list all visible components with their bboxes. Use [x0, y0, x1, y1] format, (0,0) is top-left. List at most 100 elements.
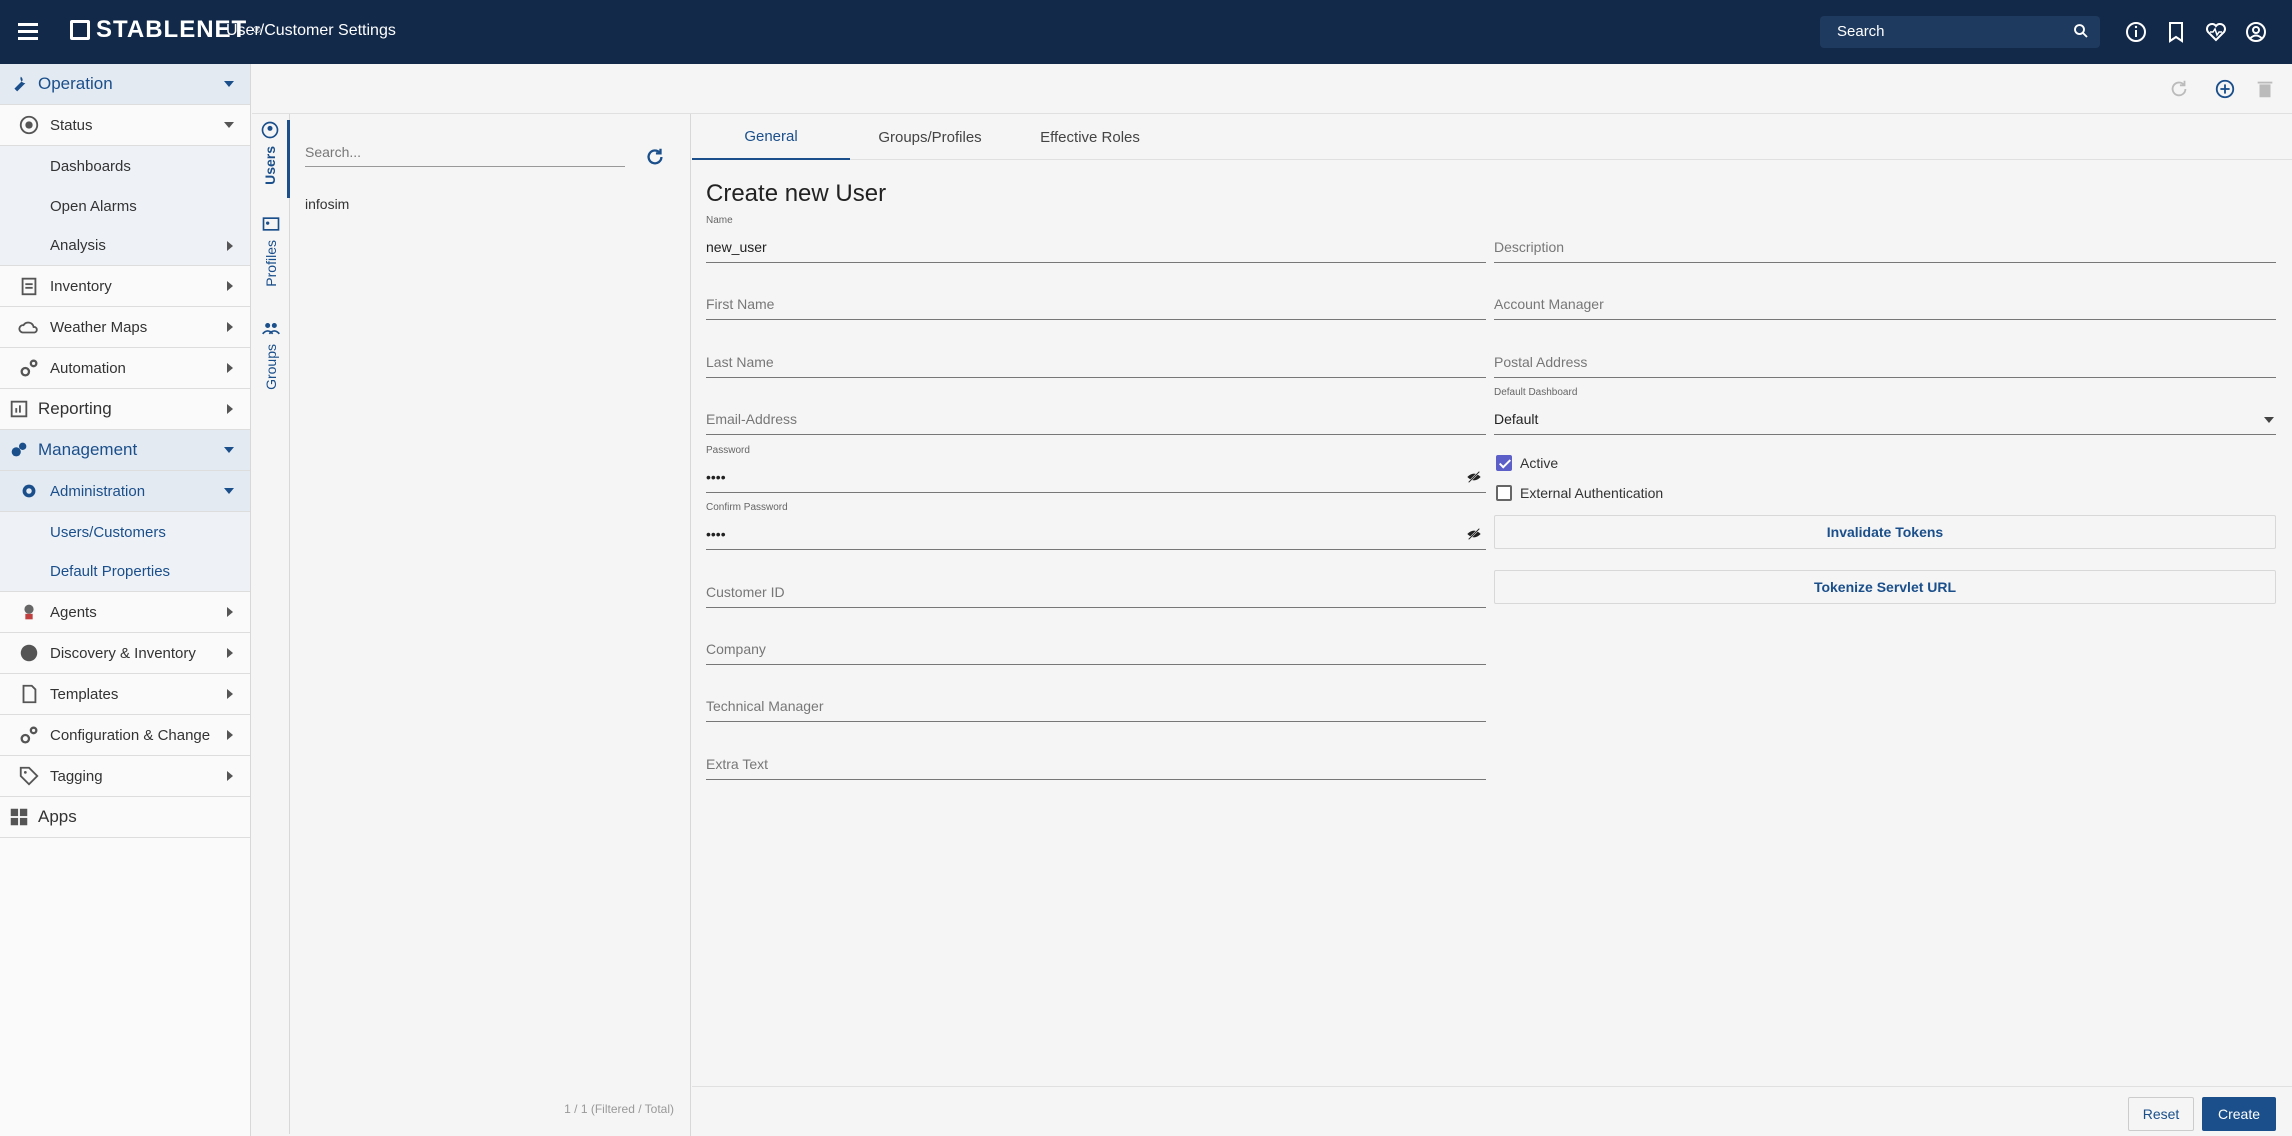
sidebar-item-templates[interactable]: Templates — [0, 674, 250, 715]
clipboard-icon — [21, 277, 37, 296]
health-heart-icon[interactable] — [2204, 20, 2228, 44]
list-count: 1 / 1 (Filtered / Total) — [564, 1102, 674, 1116]
first-name-field[interactable]: First Name — [706, 290, 1486, 320]
sidebar-item-operation[interactable]: Operation — [0, 64, 250, 105]
sidebar-item-inventory[interactable]: Inventory — [0, 266, 250, 307]
tokenize-servlet-url-button[interactable]: Tokenize Servlet URL — [1494, 570, 2276, 604]
chevron-right-icon — [227, 689, 233, 699]
last-name-field[interactable]: Last Name — [706, 348, 1486, 378]
top-bar: STABLENET ® User/Customer Settings Search — [0, 0, 2292, 64]
profile-card-icon — [262, 217, 280, 231]
add-circle-icon[interactable] — [2214, 78, 2236, 100]
global-search-input[interactable]: Search — [1820, 16, 2100, 48]
sidebar-nav: Operation Status Dashboards Open Alarms … — [0, 64, 251, 1136]
sidebar-item-apps[interactable]: Apps — [0, 797, 250, 838]
active-checkbox[interactable]: Active — [1496, 455, 1558, 471]
sidebar-item-weather-maps[interactable]: Weather Maps — [0, 307, 250, 348]
gears-icon — [20, 726, 38, 744]
logo-text: STABLENET — [96, 16, 248, 43]
bookmark-icon[interactable] — [2164, 20, 2188, 44]
tab-effective-roles[interactable]: Effective Roles — [1010, 114, 1170, 160]
user-form-panel: General Groups/Profiles Effective Roles … — [692, 114, 2292, 1136]
tab-groups-profiles[interactable]: Groups/Profiles — [850, 114, 1010, 160]
account-icon[interactable] — [2244, 20, 2268, 44]
chevron-down-icon — [224, 488, 234, 494]
sidebar-item-tagging[interactable]: Tagging — [0, 756, 250, 797]
chart-icon — [10, 400, 28, 418]
user-list-panel: Search... infosim 1 / 1 (Filtered / Tota… — [291, 114, 691, 1136]
user-circle-icon — [261, 121, 278, 139]
group-people-icon — [262, 323, 280, 335]
email-field[interactable]: Email-Address — [706, 405, 1486, 435]
account-manager-field[interactable]: Account Manager — [1494, 290, 2276, 320]
logo-mark-icon — [70, 20, 90, 40]
apps-grid-icon — [10, 808, 28, 826]
tab-general[interactable]: General — [692, 114, 850, 160]
chevron-right-icon — [227, 771, 233, 781]
refresh-icon[interactable] — [644, 146, 666, 168]
weather-cloud-icon — [18, 321, 38, 334]
reset-button[interactable]: Reset — [2128, 1097, 2194, 1131]
confirm-password-field[interactable]: Confirm Password •••• — [706, 502, 1486, 550]
tab-profiles[interactable]: Profiles — [252, 214, 290, 294]
external-auth-checkbox[interactable]: External Authentication — [1496, 485, 1663, 501]
description-field[interactable]: Description — [1494, 233, 2276, 263]
sidebar-item-users-customers[interactable]: Users/Customers — [0, 512, 250, 552]
name-field[interactable]: Name new_user — [706, 215, 1486, 263]
sidebar-item-open-alarms[interactable]: Open Alarms — [0, 186, 250, 226]
chevron-right-icon — [227, 322, 233, 332]
sidebar-item-status[interactable]: Status — [0, 105, 250, 146]
sidebar-item-dashboards[interactable]: Dashboards — [0, 146, 250, 186]
gear-icon — [22, 484, 36, 498]
trash-icon[interactable] — [2254, 78, 2276, 100]
chevron-down-icon — [224, 81, 234, 87]
vertical-tabs: Users Profiles Groups — [252, 114, 290, 1134]
sidebar-item-default-properties[interactable]: Default Properties — [0, 552, 250, 592]
chevron-right-icon — [227, 281, 233, 291]
refresh-icon[interactable] — [2168, 78, 2190, 100]
chevron-down-icon — [224, 122, 234, 128]
create-button[interactable]: Create — [2202, 1097, 2276, 1131]
tag-icon — [19, 766, 39, 786]
default-dashboard-select[interactable]: Default Dashboard Default — [1494, 387, 2276, 435]
form-footer: Reset Create — [692, 1086, 2292, 1136]
tab-users[interactable]: Users — [252, 120, 290, 198]
list-item[interactable]: infosim — [305, 196, 349, 212]
sidebar-item-management[interactable]: Management — [0, 430, 250, 471]
eye-off-icon[interactable] — [1466, 526, 1482, 542]
chevron-right-icon — [227, 363, 233, 373]
company-field[interactable]: Company — [706, 635, 1486, 665]
document-icon — [22, 684, 37, 704]
sidebar-item-administration[interactable]: Administration — [0, 471, 250, 512]
checkbox-checked-icon[interactable] — [1496, 455, 1512, 471]
sidebar-item-agents[interactable]: Agents — [0, 592, 250, 633]
invalidate-tokens-button[interactable]: Invalidate Tokens — [1494, 515, 2276, 549]
extra-text-field[interactable]: Extra Text — [706, 750, 1486, 780]
gears-icon — [20, 359, 38, 377]
sidebar-item-analysis[interactable]: Analysis — [0, 226, 250, 266]
password-field[interactable]: Password •••• — [706, 445, 1486, 493]
chevron-right-icon — [227, 648, 233, 658]
postal-address-field[interactable]: Postal Address — [1494, 348, 2276, 378]
list-search-input[interactable]: Search... — [305, 144, 625, 167]
chevron-right-icon — [227, 404, 233, 414]
info-icon[interactable] — [2124, 20, 2148, 44]
checkbox-unchecked-icon[interactable] — [1496, 485, 1512, 501]
sidebar-item-discovery-inventory[interactable]: Discovery & Inventory — [0, 633, 250, 674]
dropdown-arrow-icon — [2264, 417, 2274, 423]
search-icon[interactable] — [2072, 22, 2090, 40]
sidebar-item-configuration-change[interactable]: Configuration & Change — [0, 715, 250, 756]
menu-icon[interactable] — [18, 20, 42, 44]
page-title: Create new User — [706, 180, 887, 207]
action-toolbar — [252, 64, 2292, 114]
chevron-right-icon — [227, 607, 233, 617]
chevron-right-icon — [227, 730, 233, 740]
sidebar-item-reporting[interactable]: Reporting — [0, 389, 250, 430]
wrench-icon — [14, 76, 26, 92]
technical-manager-field[interactable]: Technical Manager — [706, 692, 1486, 722]
sidebar-item-automation[interactable]: Automation — [0, 348, 250, 389]
eye-off-icon[interactable] — [1466, 469, 1482, 485]
customer-id-field[interactable]: Customer ID — [706, 578, 1486, 608]
management-icon — [11, 442, 27, 457]
tab-groups[interactable]: Groups — [252, 318, 290, 398]
